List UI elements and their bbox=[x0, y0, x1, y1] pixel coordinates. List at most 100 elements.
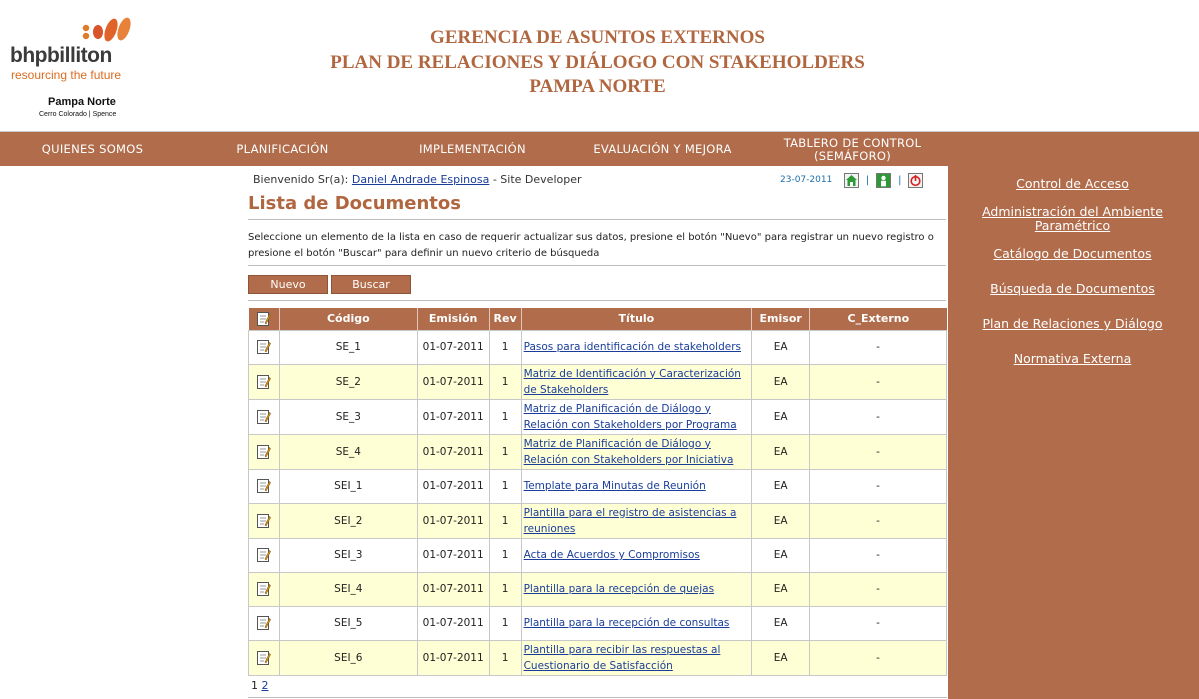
edit-document-icon[interactable] bbox=[256, 339, 272, 355]
sidebar-link-ambiente-parametrico[interactable]: Administración del Ambiente Paramétrico bbox=[948, 205, 1197, 233]
toolbar-separator: | bbox=[865, 174, 870, 186]
table-row[interactable]: SE_4 01-07-2011 1 Matriz de Planificación d… bbox=[248, 433, 947, 470]
table-row[interactable]: SEI_5 01-07-2011 1 Plantilla para la recepc… bbox=[248, 605, 947, 641]
cell-rev: 1 bbox=[488, 363, 522, 400]
cell-codigo: SEI_5 bbox=[278, 605, 418, 641]
document-title-link[interactable]: Plantilla para la recepción de quejas bbox=[524, 583, 714, 595]
logo-tagline: resourcing the future bbox=[11, 68, 122, 82]
cell-codigo: SEI_4 bbox=[278, 571, 418, 607]
row-edit-cell[interactable] bbox=[248, 363, 280, 400]
cell-titulo: Matriz de Planificación de Diálogo y Rel… bbox=[520, 398, 753, 435]
edit-document-icon[interactable] bbox=[256, 650, 272, 666]
user-name-link[interactable]: Daniel Andrade Espinosa bbox=[352, 173, 489, 186]
nav-item-implementacion[interactable]: IMPLEMENTACIÓN bbox=[380, 132, 565, 167]
document-title-link[interactable]: Matriz de Planificación de Diálogo y Rel… bbox=[524, 438, 734, 466]
table-header-row: Código Emisión Rev Título Emisor C_Exter… bbox=[248, 308, 947, 330]
power-icon[interactable] bbox=[908, 172, 924, 188]
cell-emision: 01-07-2011 bbox=[416, 502, 490, 539]
cell-codigo: SEI_6 bbox=[278, 639, 418, 676]
edit-document-icon[interactable] bbox=[256, 513, 272, 529]
row-edit-cell[interactable] bbox=[248, 433, 280, 470]
column-header-codigo[interactable]: Código bbox=[279, 308, 418, 330]
cell-codigo: SE_2 bbox=[278, 363, 418, 400]
row-edit-cell[interactable] bbox=[248, 329, 280, 365]
table-row[interactable]: SE_1 01-07-2011 1 Pasos para identificación… bbox=[248, 329, 947, 365]
divider bbox=[248, 219, 946, 220]
edit-document-icon[interactable] bbox=[256, 311, 272, 327]
sidebar-link-control-acceso[interactable]: Control de Acceso bbox=[948, 177, 1197, 191]
table-row[interactable]: SEI_4 01-07-2011 1 Plantilla para la recepc… bbox=[248, 571, 947, 607]
cell-c-externo: - bbox=[809, 639, 947, 676]
table-row[interactable]: SEI_3 01-07-2011 1 Acta de Acuerdos y Compr… bbox=[248, 537, 947, 573]
cell-titulo: Acta de Acuerdos y Compromisos bbox=[520, 537, 753, 573]
column-header-rev[interactable]: Rev bbox=[489, 308, 522, 330]
table-row[interactable]: SE_3 01-07-2011 1 Matriz de Planificación d… bbox=[248, 398, 947, 435]
row-edit-cell[interactable] bbox=[248, 502, 280, 539]
column-header-emisor[interactable]: Emisor bbox=[751, 308, 811, 330]
edit-document-icon[interactable] bbox=[256, 478, 272, 494]
row-edit-cell[interactable] bbox=[248, 639, 280, 676]
user-icon[interactable] bbox=[876, 172, 892, 188]
cell-titulo: Plantilla para el registro de asistencia… bbox=[520, 502, 753, 539]
document-title-link[interactable]: Plantilla para recibir las respuestas al… bbox=[524, 644, 721, 672]
nav-item-planificacion[interactable]: PLANIFICACIÓN bbox=[190, 132, 375, 167]
edit-document-icon[interactable] bbox=[256, 547, 272, 563]
cell-c-externo: - bbox=[809, 433, 947, 470]
table-row[interactable]: SEI_2 01-07-2011 1 Plantilla para el regist… bbox=[248, 502, 947, 539]
sidebar-link-busqueda[interactable]: Búsqueda de Documentos bbox=[948, 282, 1197, 296]
document-title-link[interactable]: Plantilla para el registro de asistencia… bbox=[524, 507, 737, 535]
edit-document-icon[interactable] bbox=[256, 409, 272, 425]
document-title-link[interactable]: Pasos para identificación de stakeholder… bbox=[524, 341, 741, 353]
cell-codigo: SE_1 bbox=[278, 329, 418, 365]
sidebar-link-normativa[interactable]: Normativa Externa bbox=[948, 352, 1197, 366]
cell-emisor: EA bbox=[751, 329, 811, 365]
cell-titulo: Plantilla para la recepción de quejas bbox=[520, 571, 753, 607]
cell-titulo: Pasos para identificación de stakeholder… bbox=[520, 329, 753, 365]
cell-c-externo: - bbox=[809, 537, 947, 573]
right-sidebar: Control de Acceso Administración del Amb… bbox=[948, 166, 1199, 699]
nav-item-quienes-somos[interactable]: QUIENES SOMOS bbox=[0, 132, 185, 167]
cell-codigo: SE_4 bbox=[278, 433, 418, 470]
edit-document-icon[interactable] bbox=[256, 444, 272, 460]
home-icon[interactable] bbox=[843, 172, 859, 188]
cell-rev: 1 bbox=[488, 329, 522, 365]
sidebar-link-catalogo[interactable]: Catálogo de Documentos bbox=[948, 247, 1197, 261]
page-link-2[interactable]: 2 bbox=[262, 679, 269, 692]
document-title-link[interactable]: Matriz de Identificación y Caracterizaci… bbox=[524, 368, 741, 396]
user-toolbar: 23-07-2011 | | | bbox=[780, 170, 924, 190]
column-header-titulo[interactable]: Título bbox=[521, 308, 753, 330]
nav-item-evaluacion[interactable]: EVALUACIÓN Y MEJORA bbox=[570, 132, 755, 167]
site-title-line-2: PLAN DE RELACIONES Y DIÁLOGO CON STAKEHO… bbox=[330, 51, 865, 73]
cell-emision: 01-07-2011 bbox=[416, 433, 490, 470]
edit-document-icon[interactable] bbox=[256, 615, 272, 631]
row-edit-cell[interactable] bbox=[248, 571, 280, 607]
table-row[interactable]: SEI_6 01-07-2011 1 Plantilla para recibir l… bbox=[248, 639, 947, 676]
column-header-c-externo[interactable]: C_Externo bbox=[809, 308, 947, 330]
select-all-header[interactable] bbox=[248, 308, 280, 330]
document-title-link[interactable]: Template para Minutas de Reunión bbox=[524, 480, 706, 492]
main-nav: QUIENES SOMOS PLANIFICACIÓN IMPLEMENTACI… bbox=[0, 131, 1199, 166]
toolbar-separator: | bbox=[898, 174, 902, 186]
cell-c-externo: - bbox=[809, 363, 947, 400]
document-title-link[interactable]: Acta de Acuerdos y Compromisos bbox=[524, 549, 700, 561]
page-description: Seleccione un elemento de la lista en ca… bbox=[248, 232, 934, 259]
sidebar-link-plan-relaciones[interactable]: Plan de Relaciones y Diálogo bbox=[948, 317, 1197, 331]
document-title-link[interactable]: Plantilla para la recepción de consultas bbox=[524, 617, 730, 629]
nav-item-tablero[interactable]: TABLERO DE CONTROL (SEMÁFORO) bbox=[770, 132, 935, 167]
column-header-emision[interactable]: Emisión bbox=[417, 308, 490, 330]
row-edit-cell[interactable] bbox=[248, 537, 280, 573]
row-edit-cell[interactable] bbox=[248, 398, 280, 435]
document-title-link[interactable]: Matriz de Planificación de Diálogo y Rel… bbox=[524, 403, 737, 431]
cell-emisor: EA bbox=[751, 363, 811, 400]
site-title-line-1: GERENCIA DE ASUNTOS EXTERNOS bbox=[430, 27, 765, 48]
cell-c-externo: - bbox=[809, 571, 947, 607]
edit-document-icon[interactable] bbox=[256, 374, 272, 390]
new-button[interactable]: Nuevo bbox=[248, 275, 328, 294]
search-button[interactable]: Buscar bbox=[331, 275, 411, 294]
table-row[interactable]: SEI_1 01-07-2011 1 Template para Minutas de… bbox=[248, 468, 947, 504]
table-row[interactable]: SE_2 01-07-2011 1 Matriz de Identificación … bbox=[248, 363, 947, 400]
welcome-message: Bienvenido Sr(a): Daniel Andrade Espinos… bbox=[253, 173, 582, 186]
row-edit-cell[interactable] bbox=[248, 468, 280, 504]
row-edit-cell[interactable] bbox=[248, 605, 280, 641]
edit-document-icon[interactable] bbox=[256, 581, 272, 597]
